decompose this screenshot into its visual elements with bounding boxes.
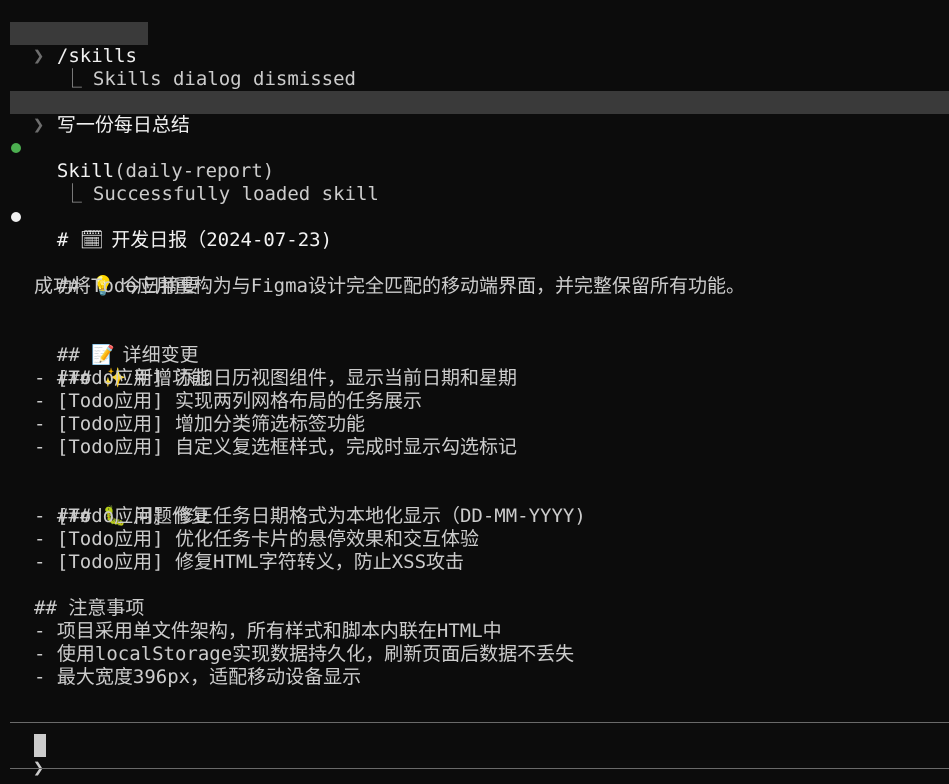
branch-icon: ⎿ bbox=[62, 183, 82, 205]
summary-text: 成功将Todo应用重构为与Figma设计完全匹配的移动端界面，并完整保留所有功能… bbox=[34, 275, 745, 297]
list-item: - [Todo应用] 修正任务日期格式为本地化显示（DD-MM-YYYY) bbox=[34, 505, 586, 527]
list-item: - 最大宽度396px，适配移动设备显示 bbox=[34, 666, 362, 688]
list-item: - [Todo应用] 增加分类筛选标签功能 bbox=[34, 413, 365, 435]
command-text: 写一份每日总结 bbox=[56, 114, 190, 136]
history-command-skills: ❯/skills bbox=[10, 22, 149, 67]
prompt-input[interactable]: ❯ bbox=[10, 734, 949, 779]
skill-call: Skill(daily-report) bbox=[34, 137, 274, 182]
input-top-divider bbox=[10, 722, 949, 723]
heading-marker: # bbox=[56, 229, 80, 251]
fixes-heading: ### 🐛 问题修复 bbox=[34, 482, 210, 527]
report-title: # 🗓 开发日报（2024-07-23) bbox=[34, 206, 332, 251]
list-item: - [Todo应用] 实现两列网格布局的任务展示 bbox=[34, 390, 422, 412]
changes-heading: ## 📝 详细变更 bbox=[34, 321, 199, 366]
branch-icon: ⎿ bbox=[62, 68, 82, 90]
input-bottom-divider bbox=[10, 768, 949, 769]
list-item: - [Todo应用] 优化任务卡片的悬停效果和交互体验 bbox=[34, 528, 479, 550]
result-text: Skills dialog dismissed bbox=[92, 68, 356, 90]
title-text: 开发日报（2024-07-23) bbox=[99, 229, 333, 251]
notes-heading: ## 注意事项 bbox=[34, 597, 145, 619]
success-dot-icon bbox=[11, 143, 21, 153]
list-item: - [Todo应用] 自定义复选框样式，完成时显示勾选标记 bbox=[34, 436, 517, 458]
list-item: - 项目采用单文件架构，所有样式和脚本内联在HTML中 bbox=[34, 620, 502, 642]
prompt-chevron-icon: ❯ bbox=[32, 114, 45, 136]
calendar-icon: 🗓 bbox=[79, 229, 104, 251]
list-item: - [Todo应用] 添加日历视图组件，显示当前日期和星期 bbox=[34, 367, 517, 389]
list-item: - [Todo应用] 修复HTML字符转义，防止XSS攻击 bbox=[34, 551, 465, 573]
features-heading: ### ✨ 新增功能 bbox=[34, 344, 210, 389]
message-dot-icon bbox=[11, 212, 21, 222]
list-item: - 使用localStorage实现数据持久化，刷新页面后数据不丢失 bbox=[34, 643, 575, 665]
summary-heading: ## 💡 今日摘要 bbox=[34, 252, 199, 297]
command-result: ⎿ Skills dialog dismissed bbox=[40, 45, 356, 90]
history-command-daily-summary: ❯ 写一份每日总结 bbox=[10, 91, 949, 136]
text-cursor bbox=[34, 734, 46, 757]
result-text: Successfully loaded skill bbox=[92, 183, 379, 205]
skill-result: ⎿ Successfully loaded skill bbox=[40, 160, 379, 205]
